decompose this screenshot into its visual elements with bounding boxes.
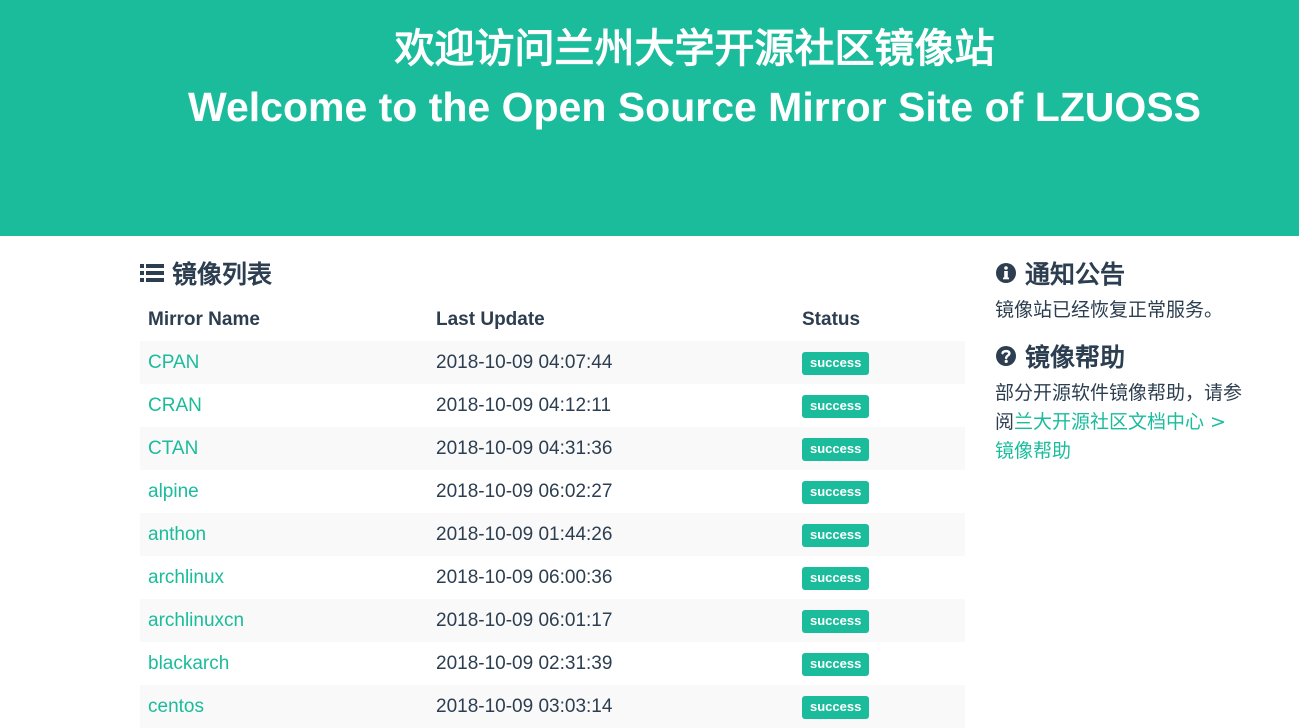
- status-badge: success: [802, 480, 870, 504]
- last-update-cell: 2018-10-09 01:44:26: [436, 523, 613, 545]
- column-header-status: Status: [802, 308, 861, 330]
- mirror-link[interactable]: archlinux: [148, 567, 224, 588]
- last-update-cell: 2018-10-09 03:03:14: [436, 695, 613, 717]
- mirror-list-heading: 镜像列表: [140, 256, 272, 290]
- docs-mirror-help-link[interactable]: 兰大开源社区文档中心 > 镜像帮助: [995, 411, 1226, 462]
- help-text: 部分开源软件镜像帮助，请参阅兰大开源社区文档中心 > 镜像帮助: [995, 379, 1245, 466]
- table-row: centos 2018-10-09 03:03:14 success: [140, 685, 965, 728]
- mirror-link[interactable]: alpine: [148, 481, 199, 502]
- table-row: blackarch 2018-10-09 02:31:39 success: [140, 642, 965, 685]
- status-badge: success: [802, 394, 870, 418]
- mirror-name-cell: anthon: [140, 513, 428, 556]
- status-badge: success: [802, 351, 870, 375]
- status-badge: success: [802, 523, 870, 547]
- status-cell: success: [794, 599, 965, 642]
- column-header-last-update: Last Update: [436, 308, 545, 330]
- notice-heading: 通知公告: [995, 256, 1245, 290]
- sidebar: 通知公告 镜像站已经恢复正常服务。 镜像帮助 部分开源软件镜像帮助，请参阅兰大开…: [995, 256, 1245, 480]
- notice-title: 通知公告: [1025, 260, 1126, 289]
- last-update-cell: 2018-10-09 06:02:27: [436, 480, 613, 502]
- hero-title-cn: 欢迎访问兰州大学开源社区镜像站: [394, 26, 995, 72]
- status-badge: success: [802, 695, 870, 719]
- status-cell: success: [794, 685, 965, 728]
- last-update-cell: 2018-10-09 04:07:44: [436, 351, 613, 373]
- last-update-cell: 2018-10-09 06:00:36: [436, 566, 613, 588]
- mirror-name-cell: centos: [140, 685, 428, 728]
- status-badge: success: [802, 609, 870, 633]
- table-row: alpine 2018-10-09 06:02:27 success: [140, 470, 965, 513]
- last-update-cell: 2018-10-09 02:31:39: [436, 652, 613, 674]
- help-heading: 镜像帮助: [995, 339, 1245, 373]
- table-row: CTAN 2018-10-09 04:31:36 success: [140, 427, 965, 470]
- info-circle-icon: [996, 263, 1016, 283]
- table-row: CPAN 2018-10-09 04:07:44 success: [140, 341, 965, 384]
- mirror-link[interactable]: CRAN: [148, 395, 202, 416]
- mirror-link[interactable]: blackarch: [148, 653, 229, 674]
- mirror-link[interactable]: CTAN: [148, 438, 198, 459]
- mirror-list-title: 镜像列表: [172, 260, 273, 289]
- mirror-name-cell: archlinux: [140, 556, 428, 599]
- mirror-table: Mirror Name Last Update Status CPAN 2018-…: [140, 298, 965, 728]
- table-row: CRAN 2018-10-09 04:12:11 success: [140, 384, 965, 427]
- status-cell: success: [794, 556, 965, 599]
- hero-title-en: Welcome to the Open Source Mirror Site o…: [188, 84, 1201, 130]
- last-update-cell: 2018-10-09 04:12:11: [436, 394, 612, 416]
- status-badge: success: [802, 566, 870, 590]
- mirror-name-cell: CPAN: [140, 341, 428, 384]
- mirror-name-cell: alpine: [140, 470, 428, 513]
- status-cell: success: [794, 642, 965, 685]
- status-cell: success: [794, 341, 965, 384]
- status-cell: success: [794, 384, 965, 427]
- status-cell: success: [794, 427, 965, 470]
- question-circle-icon: [996, 346, 1016, 366]
- list-icon: [140, 264, 164, 282]
- mirror-link[interactable]: CPAN: [148, 352, 199, 373]
- mirror-link[interactable]: anthon: [148, 524, 206, 545]
- mirror-name-cell: CTAN: [140, 427, 428, 470]
- table-row: anthon 2018-10-09 01:44:26 success: [140, 513, 965, 556]
- mirror-link[interactable]: centos: [148, 696, 204, 717]
- notice-text: 镜像站已经恢复正常服务。: [995, 299, 1224, 321]
- column-header-name: Mirror Name: [148, 308, 260, 330]
- status-badge: success: [802, 652, 870, 676]
- mirror-table-body: CPAN 2018-10-09 04:07:44 success CRAN 2018-1…: [140, 341, 965, 728]
- mirror-link[interactable]: archlinuxcn: [148, 610, 244, 631]
- hero-banner: 欢迎访问兰州大学开源社区镜像站 Welcome to the Open Sour…: [0, 0, 1299, 236]
- status-badge: success: [802, 437, 870, 461]
- status-cell: success: [794, 470, 965, 513]
- mirror-name-cell: CRAN: [140, 384, 428, 427]
- mirror-name-cell: archlinuxcn: [140, 599, 428, 642]
- last-update-cell: 2018-10-09 06:01:17: [436, 609, 613, 631]
- last-update-cell: 2018-10-09 04:31:36: [436, 437, 613, 459]
- table-row: archlinuxcn 2018-10-09 06:01:17 success: [140, 599, 965, 642]
- help-title: 镜像帮助: [1025, 343, 1126, 372]
- table-row: archlinux 2018-10-09 06:00:36 success: [140, 556, 965, 599]
- mirror-name-cell: blackarch: [140, 642, 428, 685]
- table-header-row: Mirror Name Last Update Status: [140, 298, 965, 341]
- status-cell: success: [794, 513, 965, 556]
